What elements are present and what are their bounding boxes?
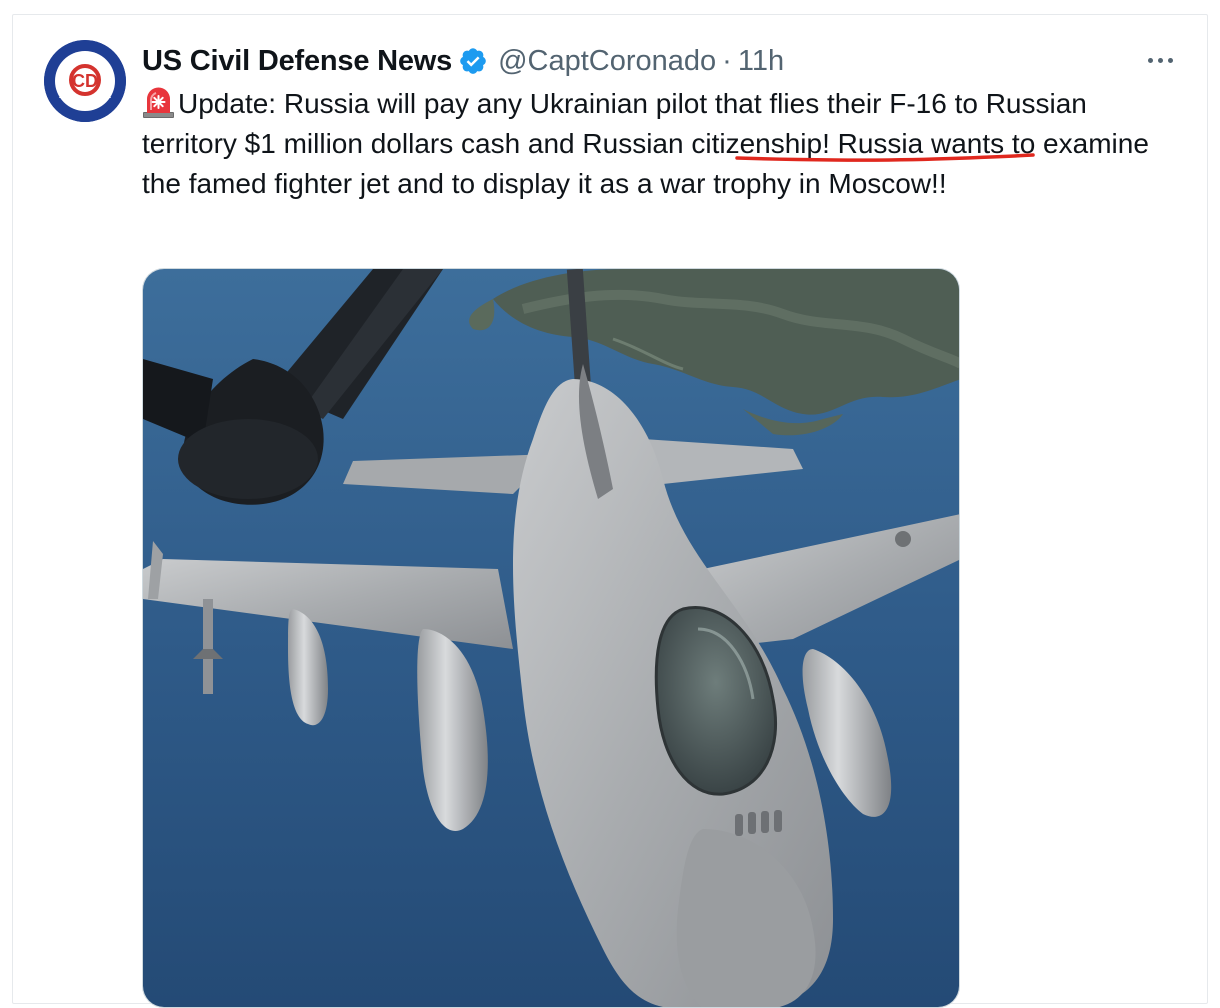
f16-fighter-jet-refueling-photo	[143, 269, 959, 1007]
avatar-logo-text: CD	[72, 71, 98, 91]
tweet-header: US Civil Defense News @CaptCoronado · 11…	[142, 40, 784, 82]
tweet-body-text: Update: Russia will pay any Ukrainian pi…	[142, 88, 1149, 199]
tweet-text: Update: Russia will pay any Ukrainian pi…	[142, 84, 1182, 204]
red-underline-annotation	[735, 153, 1035, 162]
siren-emoji-icon	[143, 87, 174, 118]
author-display-name[interactable]: US Civil Defense News	[142, 45, 452, 78]
tweet-media-photo[interactable]	[142, 268, 960, 1008]
header-separator: ·	[722, 44, 732, 77]
verified-badge-icon[interactable]	[458, 46, 488, 76]
more-horizontal-icon	[1147, 57, 1153, 63]
author-handle[interactable]: @CaptCoronado	[498, 45, 716, 78]
tweet-timestamp[interactable]: 11h	[738, 45, 784, 78]
civil-defense-logo-icon[interactable]: CD	[44, 40, 126, 122]
more-options-button[interactable]	[1140, 48, 1180, 72]
tweet-card[interactable]: CD US Civil Defense News @CaptCoronado ·…	[0, 0, 1220, 1008]
